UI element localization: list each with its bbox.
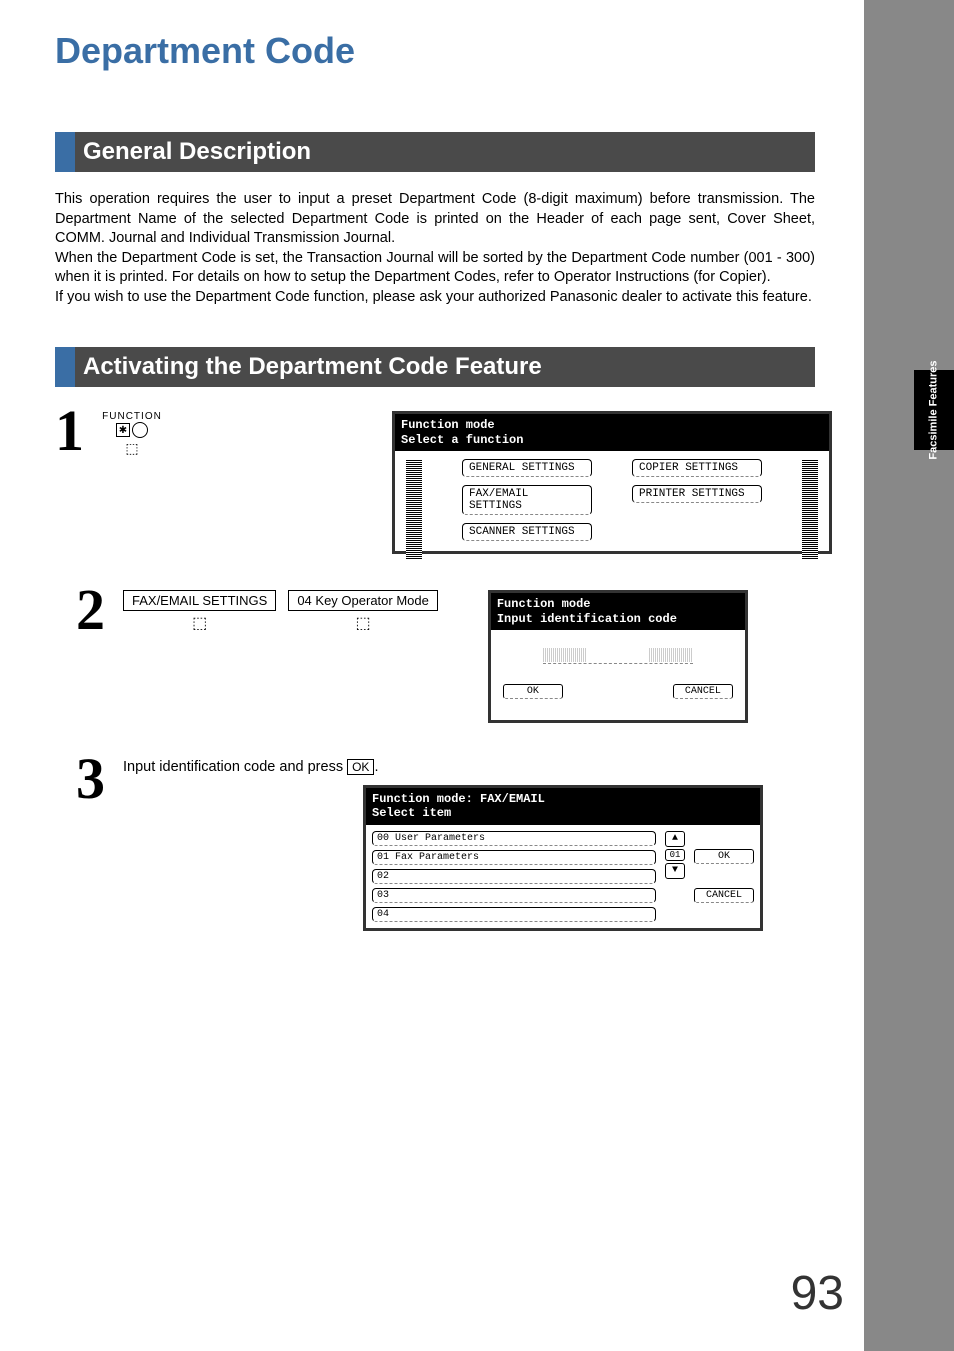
cancel-button[interactable]: CANCEL [694,888,754,903]
stripe-left [406,459,422,559]
lcd3-title: Function mode: FAX/EMAIL [372,792,754,806]
step3-text-a: Input identification code and press [123,759,347,775]
btn-key-operator-mode[interactable]: 04 Key Operator Mode [288,590,438,611]
list-item[interactable]: 01Fax Parameters [372,850,656,865]
scroll-up-icon[interactable]: ▲ [665,831,685,847]
function-star-icon: ✱ [116,423,130,437]
btn-fax-email-settings[interactable]: FAX/EMAIL SETTINGS [123,590,276,611]
tap-cursor-icon: ⬚ [288,613,438,633]
ok-button[interactable]: OK [503,684,563,699]
step-number: 2 [55,584,105,636]
stripe-right [802,459,818,559]
lcd3-subtitle: Select item [372,806,754,820]
section-tab: Facsimile Features [914,370,954,450]
cancel-button[interactable]: CANCEL [673,684,733,699]
section-general-description: General Description [55,132,815,172]
btn-copier-settings[interactable]: COPIER SETTINGS [632,459,762,477]
tap-cursor-icon: ⬚ [125,440,138,457]
lcd1-title: Function mode [401,418,823,432]
btn-general-settings[interactable]: GENERAL SETTINGS [462,459,592,477]
btn-printer-settings[interactable]: PRINTER SETTINGS [632,485,762,503]
step-number: 3 [55,753,105,805]
lcd-screen-step3: Function mode: FAX/EMAIL Select item 00U… [363,785,763,931]
page-title: Department Code [55,30,815,72]
step-3: 3 Input identification code and press OK… [55,753,815,931]
page-indicator: 01 [665,849,685,861]
lcd1-subtitle: Select a function [401,433,823,447]
btn-scanner-settings[interactable]: SCANNER SETTINGS [462,523,592,541]
lcd2-title: Function mode [497,597,739,611]
step-number: 1 [55,405,84,457]
ok-button[interactable]: OK [694,849,754,864]
tap-cursor-icon: ⬚ [123,613,276,633]
function-display-icon [132,422,148,438]
step3-instruction: Input identification code and press OK. [123,759,815,775]
page-number: 93 [791,1266,844,1321]
section-tab-label: Facsimile Features [928,360,940,459]
page-content: Department Code General Description This… [55,30,815,961]
function-key-label: FUNCTION [102,411,162,422]
identification-input[interactable] [543,648,693,664]
lcd-screen-step2: Function mode Input identification code … [488,590,748,723]
step-1: 1 FUNCTION ✱ ⬚ Function mode Select a fu… [55,405,815,554]
lcd2-subtitle: Input identification code [497,612,739,626]
lcd-screen-step1: Function mode Select a function GENERAL … [392,411,832,554]
ok-key-inline: OK [347,759,374,775]
list-item[interactable]: 03 [372,888,656,903]
side-gray-bar [864,0,954,1351]
btn-fax-email-settings[interactable]: FAX/EMAIL SETTINGS [462,485,592,515]
intro-paragraph: This operation requires the user to inpu… [55,190,815,307]
scroll-column: ▲ 01 ▼ [664,831,686,922]
list-item[interactable]: 02 [372,869,656,884]
step-2: 2 FAX/EMAIL SETTINGS ⬚ 04 Key Operator M… [55,584,815,723]
list-item[interactable]: 00User Parameters [372,831,656,846]
input-stripe-icon [649,648,693,662]
section-activating: Activating the Department Code Feature [55,347,815,387]
function-key[interactable]: FUNCTION ✱ ⬚ [102,411,162,457]
input-stripe-icon [543,648,587,662]
list-item[interactable]: 04 [372,907,656,922]
scroll-down-icon[interactable]: ▼ [665,863,685,879]
step3-text-b: . [374,759,378,775]
